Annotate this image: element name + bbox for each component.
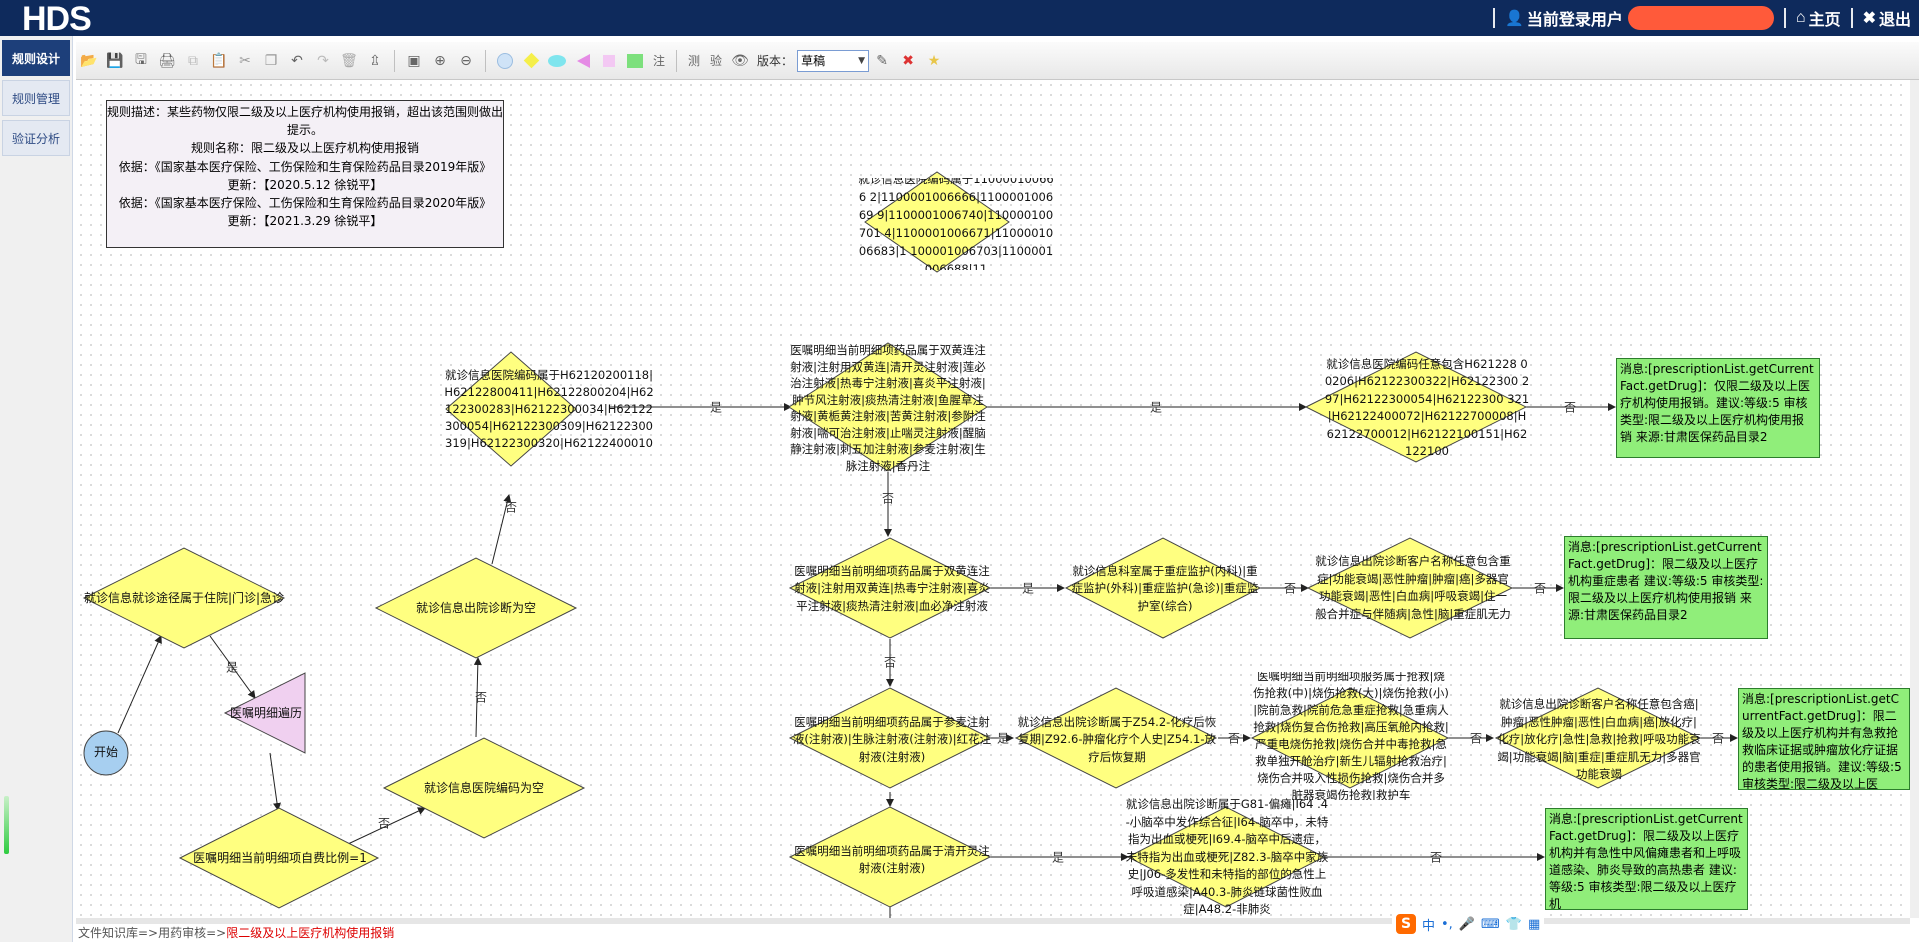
message-box-2[interactable]: 消息:[prescriptionList.getCurrentFact.getD… [1564,536,1768,639]
edge-label-yes: 是 [1051,850,1065,865]
node-hosp-code-any-label: 就诊信息医院编码任意包含H621228 00206|H62122300322|H… [1324,356,1530,459]
status-bar: 文件知识库=>用药审核=>限二级及以上医疗机构使用报销 [76,924,1919,942]
rule-description: 规则描述：某些药物仅限二级及以上医疗机构使用报销，超出该范围则做出提示。 [107,105,504,138]
rule-update-2020: 更新：【2020.5.12 徐锐平】 [227,177,383,192]
edge-label-no: 否 [1563,400,1577,415]
node-hosp-code-top-label: 就诊信息医院编码属于110000100666 2|1100001006666|1… [858,178,1054,270]
node-drug1-label: 医嘱明细当前明细项药品属于双黄连注射液|注射用双黄连|清开灵注射液|莲必治注射液… [790,343,986,473]
node-drug3-label: 医嘱明细当前明细项药品属于参麦注射液(注射液)|生脉注射液(注射液)|红花注射液… [792,714,992,764]
node-drug4-label: 医嘱明细当前明细项药品属于清开灵注射液(注射液) [794,843,990,876]
edge-label-yes: 是 [225,660,239,675]
node-visit-path-label: 就诊信息就诊途径属于住院|门诊|急诊 [84,591,284,606]
message-box-3[interactable]: 消息:[prescriptionList.getCurrentFact.getD… [1738,688,1910,790]
edge-label-no: 否 [474,690,488,705]
node-self-pay-label: 医嘱明细当前明细项自费比例=1 [193,851,367,866]
ime-toolbar[interactable]: S 中 •, 🎤 ⌨ 👕 ▦ [1392,912,1545,936]
edge-label-yes: 是 [996,731,1010,746]
message-box-1[interactable]: 消息:[prescriptionList.getCurrentFact.getD… [1616,358,1820,458]
edge-label-no: 否 [1711,731,1725,746]
node-hosp-code-empty-label: 就诊信息医院编码为空 [423,781,544,796]
edge-label-yes: 是 [1149,400,1163,415]
edge-label-yes: 是 [1021,581,1035,596]
rule-name: 规则名称：限二级及以上医疗机构使用报销 [190,141,419,156]
rule-basis-2019: 依据：《国家基本医疗保险、工伤保险和生育保险药品目录2019年版》 [118,159,492,174]
node-start-label: 开始 [93,745,118,760]
edge-label-no: 否 [1227,731,1241,746]
edge-label-no: 否 [1533,581,1547,596]
edge [117,635,162,734]
edge-label-no: 否 [1469,731,1483,746]
vertical-scrollbar[interactable] [1910,80,1919,918]
node-diag1-label: 就诊信息出院诊断客户名称任意包含重症|功能衰竭|恶性肿瘤|肿瘤|癌|多器官功能衰… [1315,554,1511,621]
rule-info-box[interactable]: 规则描述：某些药物仅限二级及以上医疗机构使用报销，超出该范围则做出提示。 规则名… [106,100,504,248]
edge-label-no: 否 [881,491,895,506]
rule-basis-2020: 依据：《国家基本医疗保险、工伤保险和生育保险药品目录2020年版》 [118,196,492,211]
edge-label-no: 否 [377,816,391,831]
node-hosp-code-in-label: 就诊信息医院编码属于H62120200118|H62122800411|H621… [444,367,654,450]
node-drug2-label: 医嘱明细当前明细项药品属于双黄连注射液|注射用双黄连|热毒宁注射液|喜炎平注射液… [794,563,990,613]
breadcrumb: 文件知识库=>用药审核=> [78,926,227,940]
node-diag2-label: 就诊信息出院诊断属于Z54.2-化疗后恢复期|Z92.6-肿瘤化疗个人史|Z54… [1017,714,1217,764]
node-dept-label: 就诊信息科室属于重症监护(内科)|重症监护(外科)|重症监护(急诊)|重症监护室… [1071,563,1259,613]
keyboard-icon[interactable]: ⌨ [1481,917,1500,932]
ime-language[interactable]: 中 [1422,915,1435,934]
skin-icon[interactable]: 👕 [1506,917,1522,932]
edge-label-no: 否 [1429,850,1443,865]
node-traverse-label: 医嘱明细遍历 [229,706,302,721]
node-diag3-label: 就诊信息出院诊断客户名称任意包含癌|肿瘤|恶性肿瘤|恶性|白血病|癌|放化疗|化… [1497,697,1701,782]
ime-logo-icon[interactable]: S [1396,914,1416,934]
toolbox-icon[interactable]: ▦ [1528,917,1540,932]
rule-update-2021: 更新：【2021.3.29 徐锐平】 [227,214,383,229]
message-box-4[interactable]: 消息:[prescriptionList.getCurrentFact.getD… [1545,808,1748,910]
breadcrumb-current: 限二级及以上医疗机构使用报销 [226,926,395,940]
microphone-icon[interactable]: 🎤 [1459,917,1475,932]
node-service-label: 医嘱明细当前明细项服务属于抢救|烧伤抢救(中)|烧伤抢救(大)|烧伤抢救(小)|… [1253,672,1449,800]
punctuation-icon[interactable]: •, [1441,917,1453,932]
edge-label-no: 否 [1283,581,1297,596]
edge-label-yes: 是 [709,400,723,415]
edge-label-no: 否 [883,655,897,670]
edge [269,752,281,811]
node-discharge-empty-label: 就诊信息出院诊断为空 [415,601,536,616]
edge-label-no: 否 [504,500,518,515]
node-diag4-label: 就诊信息出院诊断属于G81-偏瘫|I64 .4-小脑卒中发作综合征|I64-脑卒… [1125,797,1329,916]
